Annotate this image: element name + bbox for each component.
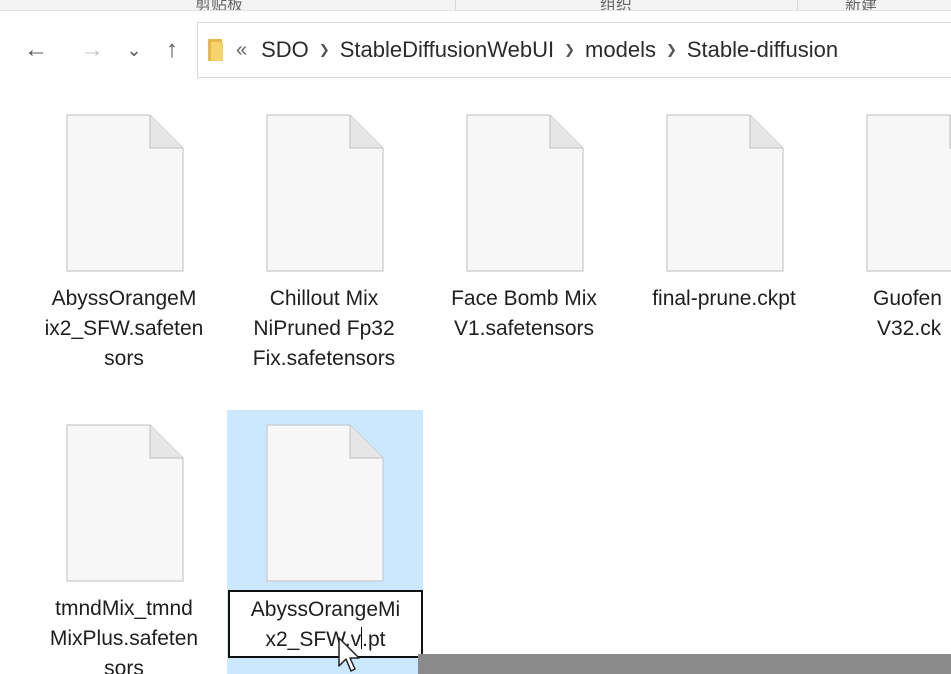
chevron-down-icon: ⌄ — [126, 39, 142, 60]
file-item[interactable]: Face Bomb Mix V1.safetensors — [426, 108, 622, 398]
back-arrow-icon: ← — [24, 36, 48, 63]
back-button[interactable]: ← — [18, 32, 54, 68]
chevron-right-icon[interactable]: ❯ — [564, 42, 575, 58]
file-name: final-prune.ckpt — [652, 287, 796, 310]
file-name: AbyssOrangeM ix2_SFW.safeten sors — [44, 287, 204, 370]
document-icon — [266, 424, 384, 582]
file-explorer-window: 剪贴板 组织 新建 ← → ⌄ ↑ « SDO ❯ StableDiffusio… — [0, 0, 951, 674]
folder-icon — [208, 39, 224, 61]
file-name: Guofen V32.ck — [873, 287, 942, 340]
mouse-pointer-icon — [337, 636, 361, 674]
document-icon — [466, 114, 584, 272]
forward-button[interactable]: → — [74, 32, 110, 68]
ribbon-divider — [455, 0, 456, 10]
breadcrumb-item-models[interactable]: models — [585, 37, 656, 63]
file-item[interactable]: Guofen V32.ck — [826, 108, 951, 398]
address-bar[interactable]: « SDO ❯ StableDiffusionWebUI ❯ models ❯ … — [197, 22, 951, 78]
file-name: tmndMix_tmnd MixPlus.safeten sors — [49, 597, 199, 674]
document-icon — [666, 114, 784, 272]
document-icon — [66, 114, 184, 272]
up-button[interactable]: ↑ — [156, 32, 188, 68]
breadcrumb-item-stable-diffusion[interactable]: Stable-diffusion — [687, 37, 838, 63]
recent-locations-button[interactable]: ⌄ — [122, 35, 146, 65]
chevron-right-icon[interactable]: ❯ — [319, 42, 330, 58]
chevron-right-icon[interactable]: ❯ — [666, 42, 677, 58]
file-item[interactable]: final-prune.ckpt — [626, 108, 822, 398]
document-icon — [66, 424, 184, 582]
navigation-bar: ← → ⌄ ↑ « SDO ❯ StableDiffusionWebUI ❯ m… — [0, 10, 951, 90]
document-icon — [266, 114, 384, 272]
document-icon — [866, 114, 951, 272]
file-list-view: AbyssOrangeM ix2_SFW.safeten sors Chillout… — [0, 90, 951, 674]
breadcrumb-overflow[interactable]: « — [236, 39, 247, 62]
breadcrumb-item-sdo[interactable]: SDO — [261, 37, 309, 63]
forward-arrow-icon: → — [80, 36, 104, 63]
bottom-overlay-strip — [418, 654, 951, 674]
rename-input[interactable]: AbyssOrangeMi x2_SFW.v.pt — [228, 590, 423, 658]
breadcrumb-item-stablediffusionwebui[interactable]: StableDiffusionWebUI — [340, 37, 554, 63]
file-item[interactable]: AbyssOrangeM ix2_SFW.safeten sors — [26, 108, 222, 398]
file-name: Chillout Mix NiPruned Fp32 Fix.safetensors — [252, 287, 396, 370]
file-item[interactable]: tmndMix_tmnd MixPlus.safeten sors — [26, 418, 222, 674]
up-arrow-icon: ↑ — [166, 36, 178, 63]
file-item[interactable]: Chillout Mix NiPruned Fp32 Fix.safetensors — [226, 108, 422, 398]
ribbon-divider — [797, 0, 798, 10]
file-name: Face Bomb Mix V1.safetensors — [451, 287, 597, 340]
